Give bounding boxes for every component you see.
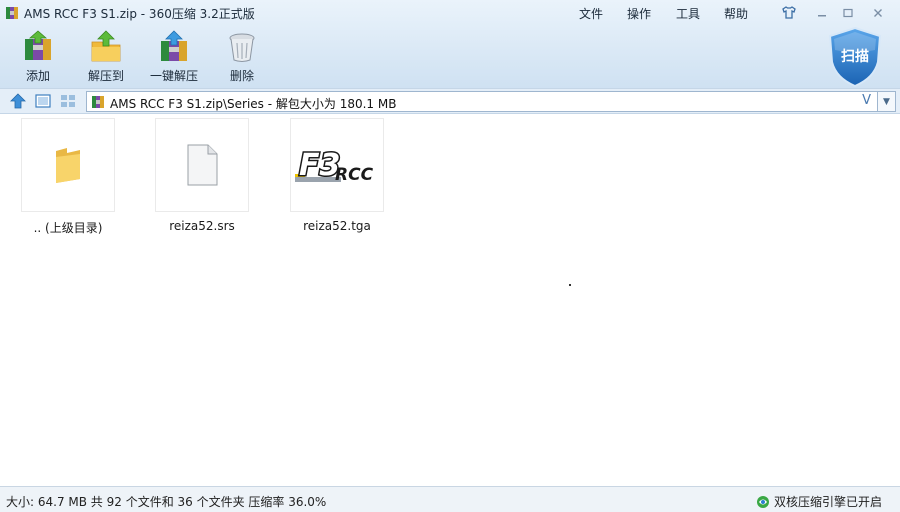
engine-icon <box>756 495 769 508</box>
skin-shirt-icon[interactable] <box>779 4 799 21</box>
title-bar[interactable]: AMS RCC F3 S1.zip - 360压缩 3.2正式版 文件 操作 工… <box>0 0 900 26</box>
one-click-extract-button[interactable]: 一键解压 <box>146 30 202 86</box>
scan-button[interactable]: 扫描 <box>826 26 884 88</box>
address-input[interactable]: AMS RCC F3 S1.zip\Series - 解包大小为 180.1 M… <box>86 91 878 112</box>
menu-help[interactable]: 帮助 <box>724 5 748 22</box>
file-item-parent-dir[interactable]: .. (上级目录) <box>21 118 115 236</box>
f3-rcc-logo-thumbnail: F3 RCC <box>295 147 374 185</box>
one-click-extract-label: 一键解压 <box>149 69 198 83</box>
extract-to-button[interactable]: 解压到 <box>78 30 134 86</box>
add-button-label: 添加 <box>25 69 50 83</box>
archive-app-icon <box>6 7 18 19</box>
list-view-icon[interactable] <box>59 93 77 109</box>
add-button[interactable]: 添加 <box>10 30 66 86</box>
file-name: reiza52.tga <box>303 219 371 233</box>
file-item-tga[interactable]: F3 RCC reiza52.tga <box>290 118 384 233</box>
file-thumbnail[interactable] <box>155 118 249 212</box>
minimize-icon[interactable] <box>812 4 832 21</box>
zip-archive-icon <box>92 96 104 108</box>
extract-folder-icon <box>91 30 121 62</box>
menu-operate[interactable]: 操作 <box>627 5 651 22</box>
up-arrow-icon[interactable] <box>9 93 27 109</box>
file-icon <box>187 144 218 186</box>
chevron-down-icon: ▼ <box>883 96 890 107</box>
folder-icon <box>56 148 80 183</box>
stray-dot <box>569 284 571 286</box>
file-name: reiza52.srs <box>169 219 235 233</box>
address-path: AMS RCC F3 S1.zip\Series - 解包大小为 180.1 M… <box>110 97 397 111</box>
engine-status-label: 双核压缩引擎已开启 <box>773 495 882 509</box>
address-bar-row: AMS RCC F3 S1.zip\Series - 解包大小为 180.1 M… <box>0 88 900 114</box>
add-archive-icon <box>25 30 51 60</box>
delete-button[interactable]: 删除 <box>214 30 270 86</box>
address-dropdown-button[interactable]: ▼ <box>878 91 896 112</box>
status-summary: 大小: 64.7 MB 共 92 个文件和 36 个文件夹 压缩率 36.0% <box>6 495 327 509</box>
file-thumbnail[interactable] <box>21 118 115 212</box>
delete-button-label: 删除 <box>229 69 254 83</box>
file-thumbnail[interactable]: F3 RCC <box>290 118 384 212</box>
status-bar: 大小: 64.7 MB 共 92 个文件和 36 个文件夹 压缩率 36.0% … <box>0 486 900 512</box>
menu-file[interactable]: 文件 <box>579 5 603 22</box>
trash-bin-icon <box>229 33 255 62</box>
window-title: AMS RCC F3 S1.zip - 360压缩 3.2正式版 <box>24 7 255 21</box>
thumbnail-view-icon[interactable] <box>34 93 52 109</box>
menu-tools[interactable]: 工具 <box>676 5 700 22</box>
one-click-extract-icon <box>161 30 187 61</box>
check-v-icon[interactable]: V <box>862 93 871 108</box>
dual-core-engine-status[interactable]: 双核压缩引擎已开启 <box>756 493 882 510</box>
scan-label: 扫描 <box>841 49 869 65</box>
file-item-srs[interactable]: reiza52.srs <box>155 118 249 233</box>
extract-to-label: 解压到 <box>87 69 124 83</box>
top-area: AMS RCC F3 S1.zip - 360压缩 3.2正式版 文件 操作 工… <box>0 0 900 88</box>
file-area[interactable]: .. (上级目录) reiza52.srs F3 RCC reiza52.tga <box>0 114 900 486</box>
file-name: .. (上级目录) <box>33 221 103 235</box>
rcc-logo-text: RCC <box>335 165 374 185</box>
close-icon[interactable] <box>868 4 888 21</box>
maximize-icon[interactable] <box>838 4 858 21</box>
